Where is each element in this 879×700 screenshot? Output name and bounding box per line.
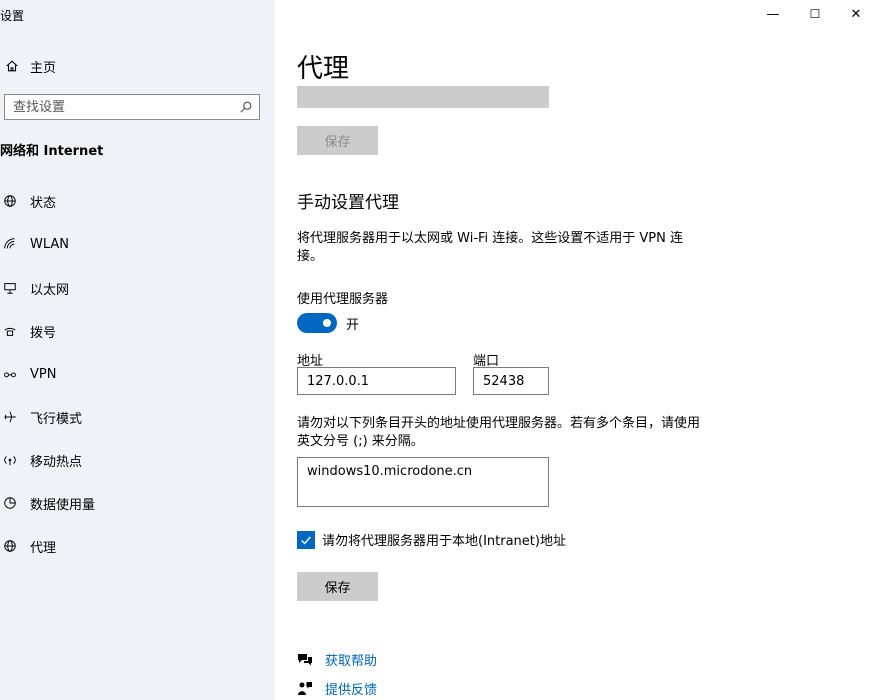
sidebar-item-label: 数据使用量 — [30, 497, 96, 513]
address-input[interactable] — [297, 367, 456, 395]
window-title: 设置 — [0, 9, 25, 23]
sidebar-home-label: 主页 — [30, 60, 57, 76]
save-button-disabled[interactable]: 保存 — [297, 126, 378, 155]
sidebar-item-ethernet[interactable]: 以太网 — [0, 277, 275, 299]
sidebar-item-vpn[interactable]: VPN — [0, 363, 275, 385]
sidebar-item-label: 代理 — [30, 540, 57, 556]
wifi-icon — [2, 236, 18, 252]
vpn-icon — [2, 366, 18, 382]
sidebar-item-proxy[interactable]: 代理 — [0, 535, 275, 557]
bypass-local-label: 请勿将代理服务器用于本地(Intranet)地址 — [322, 534, 566, 549]
bypass-local-checkbox[interactable] — [297, 530, 315, 549]
get-help-link[interactable]: 获取帮助 — [325, 650, 377, 669]
feedback-icon — [297, 681, 313, 697]
ethernet-icon — [2, 280, 18, 296]
sidebar-item-mobile-hotspot[interactable]: 移动热点 — [0, 449, 275, 471]
sidebar-item-label: 状态 — [30, 195, 57, 211]
sidebar-item-dialup[interactable]: 拨号 — [0, 320, 275, 342]
sidebar-item-label: WLAN — [30, 236, 70, 252]
exceptions-description: 请勿对以下列条目开头的地址使用代理服务器。若有多个条目，请使用英文分号 (;) … — [297, 416, 701, 449]
sidebar-item-airplane-mode[interactable]: 飞行模式 — [0, 406, 275, 428]
toggle-knob — [323, 319, 331, 327]
page-title: 代理 — [297, 54, 350, 84]
get-help-link-row[interactable]: 获取帮助 — [297, 650, 377, 669]
globe-status-icon — [2, 193, 18, 209]
sidebar-section-title: 网络和 Internet — [0, 144, 104, 159]
data-usage-icon — [2, 495, 18, 511]
airplane-icon — [2, 409, 18, 425]
toggle-state-label: 开 — [346, 318, 360, 333]
use-proxy-label: 使用代理服务器 — [297, 292, 389, 307]
help-chat-icon — [297, 652, 313, 668]
bypass-local-row[interactable]: 请勿将代理服务器用于本地(Intranet)地址 — [297, 530, 566, 549]
save-button[interactable]: 保存 — [297, 572, 378, 601]
port-input[interactable] — [473, 367, 549, 395]
sidebar-item-wlan[interactable]: WLAN — [0, 233, 275, 255]
hotspot-icon — [2, 452, 18, 468]
manual-proxy-description: 将代理服务器用于以太网或 Wi-Fi 连接。这些设置不适用于 VPN 连接。 — [297, 231, 684, 264]
sidebar-item-label: 拨号 — [30, 325, 57, 341]
close-icon[interactable]: ✕ — [848, 6, 864, 22]
sidebar-item-label: VPN — [30, 366, 57, 382]
minimize-icon[interactable]: — — [765, 6, 781, 22]
main-content: — ☐ ✕ 代理 保存 手动设置代理 将代理服务器用于以太网或 Wi-Fi 连接… — [275, 0, 879, 700]
sidebar-item-status[interactable]: 状态 — [0, 190, 275, 212]
search-input[interactable] — [5, 95, 231, 119]
search-box — [4, 94, 260, 120]
maximize-icon[interactable]: ☐ — [807, 6, 823, 22]
sidebar-item-label: 以太网 — [30, 282, 70, 298]
redacted-bar — [297, 86, 549, 108]
sidebar-item-data-usage[interactable]: 数据使用量 — [0, 492, 275, 514]
sidebar-item-label: 移动热点 — [30, 454, 83, 470]
feedback-link[interactable]: 提供反馈 — [325, 679, 377, 698]
feedback-link-row[interactable]: 提供反馈 — [297, 679, 377, 698]
sidebar-item-label: 飞行模式 — [30, 411, 83, 427]
use-proxy-toggle[interactable] — [297, 313, 337, 333]
search-icon[interactable] — [239, 100, 253, 114]
sidebar: 设置 主页 网络和 Internet 状态 WLAN 以太网 — [0, 0, 275, 700]
exceptions-textarea[interactable]: windows10.microdone.cn — [297, 457, 549, 507]
sidebar-item-home[interactable]: 主页 — [4, 56, 56, 76]
dialup-icon — [2, 323, 18, 339]
proxy-globe-icon — [2, 538, 18, 554]
checkmark-icon — [301, 535, 311, 545]
manual-proxy-section-title: 手动设置代理 — [297, 193, 399, 213]
home-icon — [4, 58, 20, 74]
